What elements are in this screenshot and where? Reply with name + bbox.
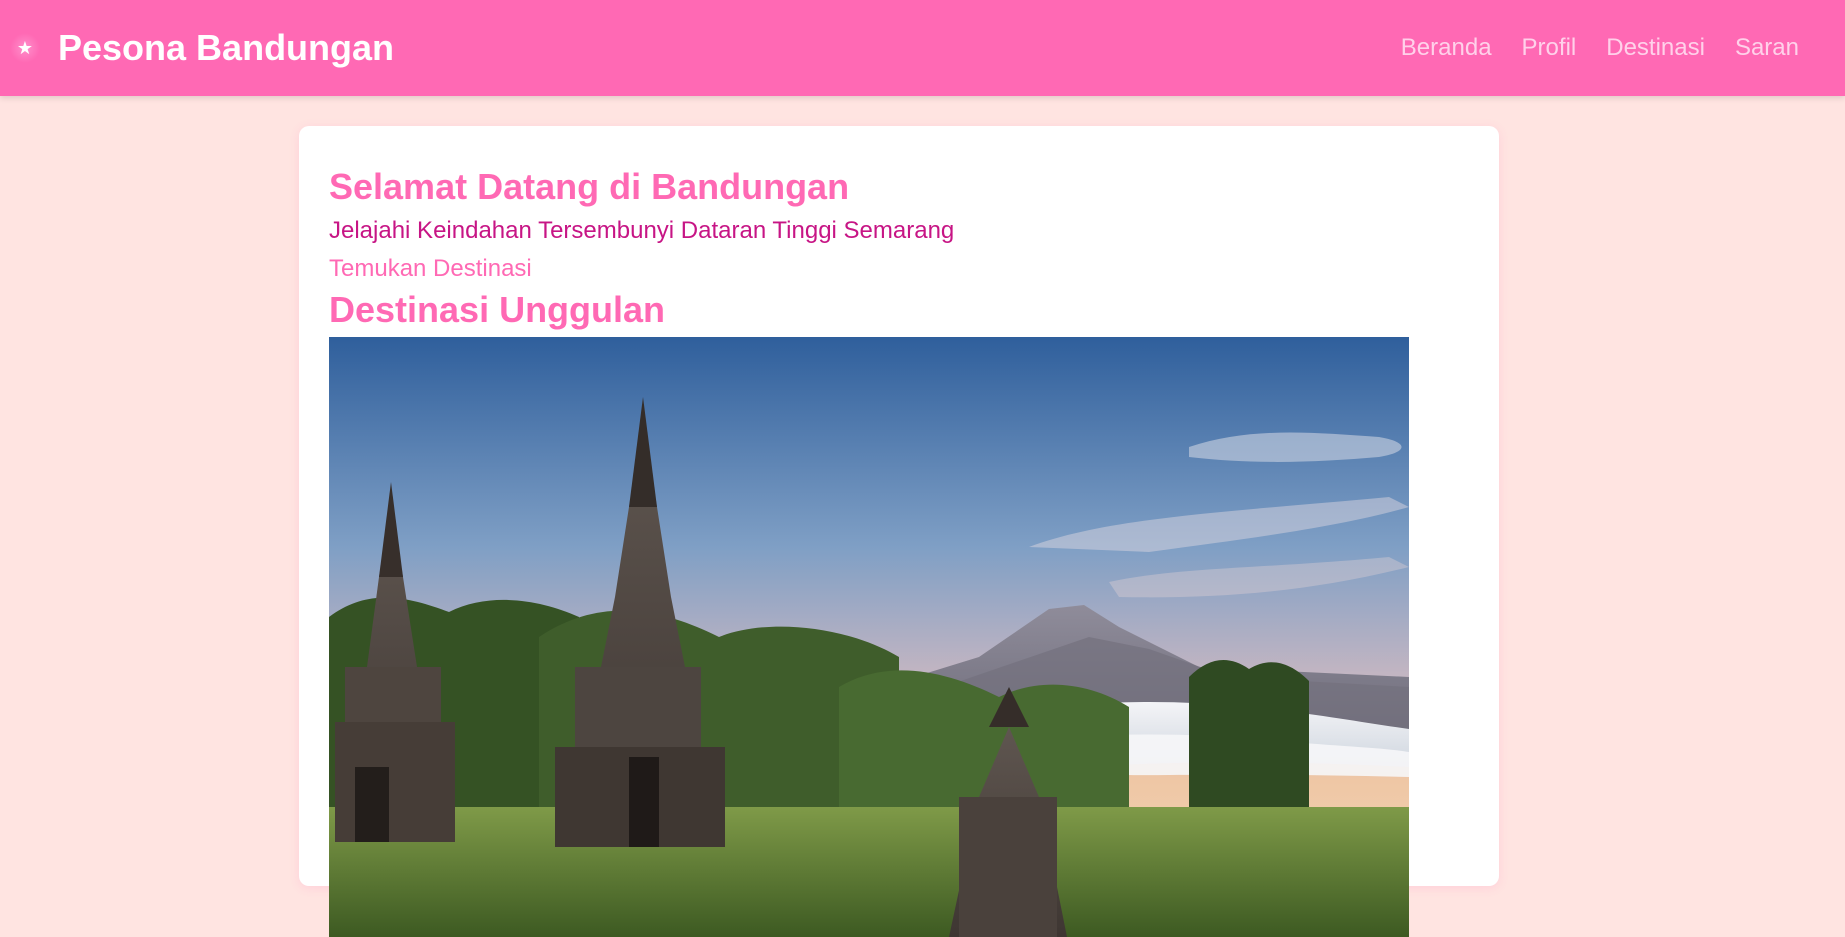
nav-link-destinasi[interactable]: Destinasi bbox=[1606, 30, 1705, 66]
nav-menu: Beranda Profil Destinasi Saran bbox=[1401, 30, 1799, 66]
featured-destination-image bbox=[329, 337, 1409, 937]
find-destination-link[interactable]: Temukan Destinasi bbox=[329, 251, 532, 287]
nav-link-saran[interactable]: Saran bbox=[1735, 30, 1799, 66]
star-icon: ★ bbox=[10, 33, 40, 63]
featured-title: Destinasi Unggulan bbox=[329, 289, 666, 331]
nav-link-profil[interactable]: Profil bbox=[1522, 30, 1577, 66]
nav-link-beranda[interactable]: Beranda bbox=[1401, 30, 1492, 66]
welcome-title: Selamat Datang di Bandungan bbox=[329, 166, 850, 207]
brand[interactable]: ★ Pesona Bandungan bbox=[10, 24, 394, 72]
content-card: Selamat Datang di Bandungan Jelajahi Kei… bbox=[299, 126, 1499, 937]
content-inner: Selamat Datang di Bandungan Jelajahi Kei… bbox=[329, 164, 1469, 937]
hero-subtitle: Jelajahi Keindahan Tersembunyi Dataran T… bbox=[329, 217, 955, 244]
brand-title[interactable]: Pesona Bandungan bbox=[58, 30, 394, 66]
top-navbar: ★ Pesona Bandungan Beranda Profil Destin… bbox=[0, 0, 1845, 96]
